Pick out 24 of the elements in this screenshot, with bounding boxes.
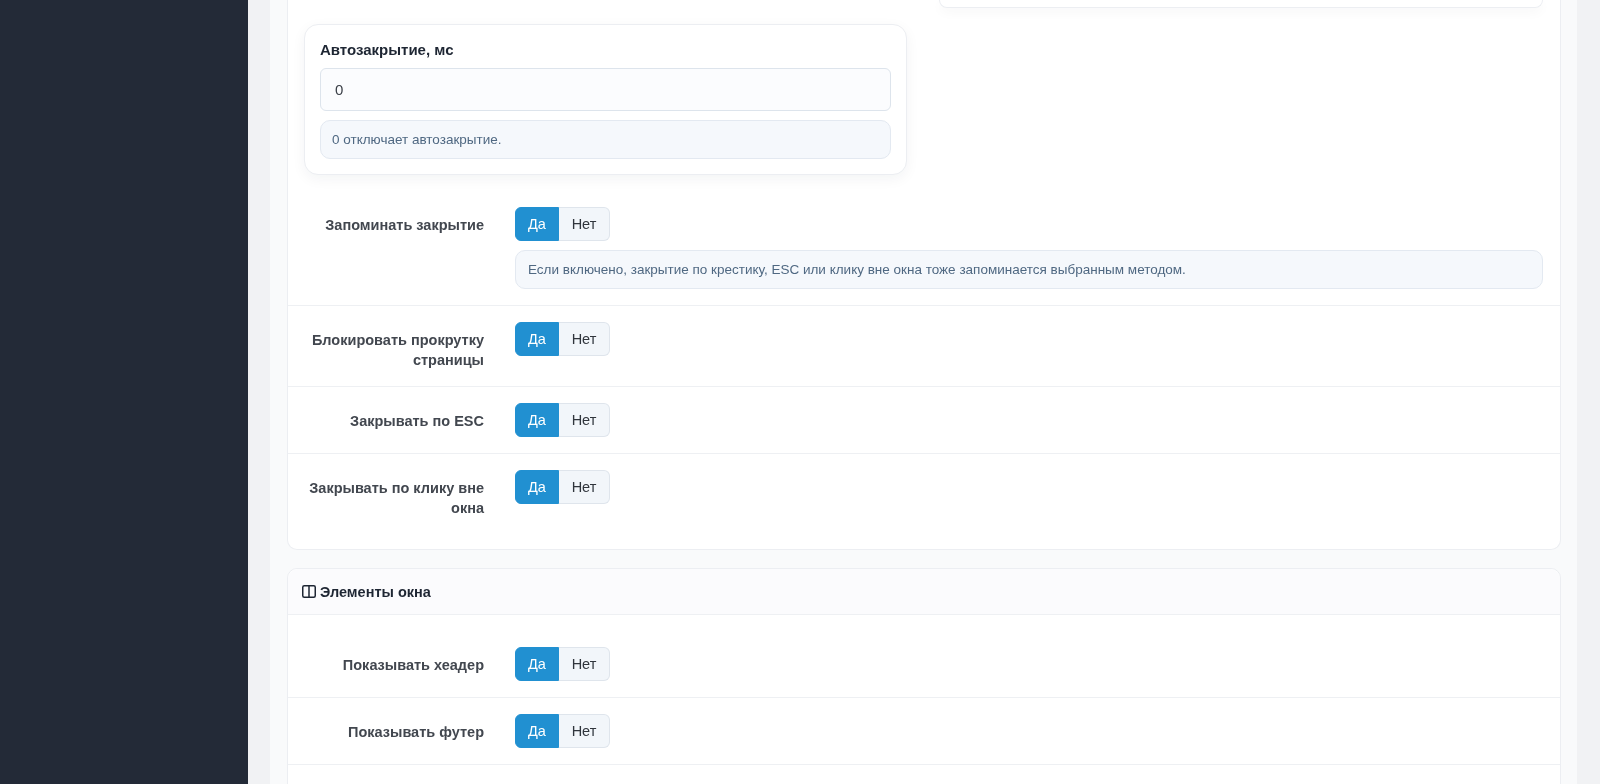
section-title: Элементы окна <box>320 583 431 600</box>
toggle-option[interactable]: Да <box>515 207 559 241</box>
field-label: Автозакрытие, мс <box>320 40 455 60</box>
hint-note: Если включено, закрытие по крестику, ESC или клику вне окна тоже запоминается выбранным методом. <box>515 250 1543 289</box>
hint-note: 0 отключает автозакрытие. <box>320 120 891 159</box>
toggle-option[interactable]: Да <box>515 647 559 681</box>
columns-icon <box>302 585 316 598</box>
toggle-option[interactable]: Да <box>515 322 559 356</box>
number-field[interactable]: 0 <box>320 68 891 111</box>
toggle-option[interactable]: Нет <box>559 403 610 437</box>
setting-label: Блокировать прокрутку страницы <box>310 331 484 370</box>
toggle-option[interactable]: Да <box>515 714 559 748</box>
toggle-option[interactable]: Нет <box>559 647 610 681</box>
setting-label: Закрывать по клику вне окна <box>308 479 484 518</box>
setting-label: Показывать хеадер <box>341 656 484 675</box>
toggle-option[interactable]: Нет <box>559 322 610 356</box>
toggle-option[interactable]: Нет <box>559 470 610 504</box>
setting-label: Показывать футер <box>347 723 484 742</box>
toggle-option[interactable]: Нет <box>559 207 610 241</box>
setting-label: Закрывать по ESC <box>349 412 484 431</box>
toggle-option[interactable]: Да <box>515 470 559 504</box>
setting-label: Запоминать закрытие <box>324 216 484 235</box>
toggle-option[interactable]: Да <box>515 403 559 437</box>
toggle-option[interactable]: Нет <box>559 714 610 748</box>
